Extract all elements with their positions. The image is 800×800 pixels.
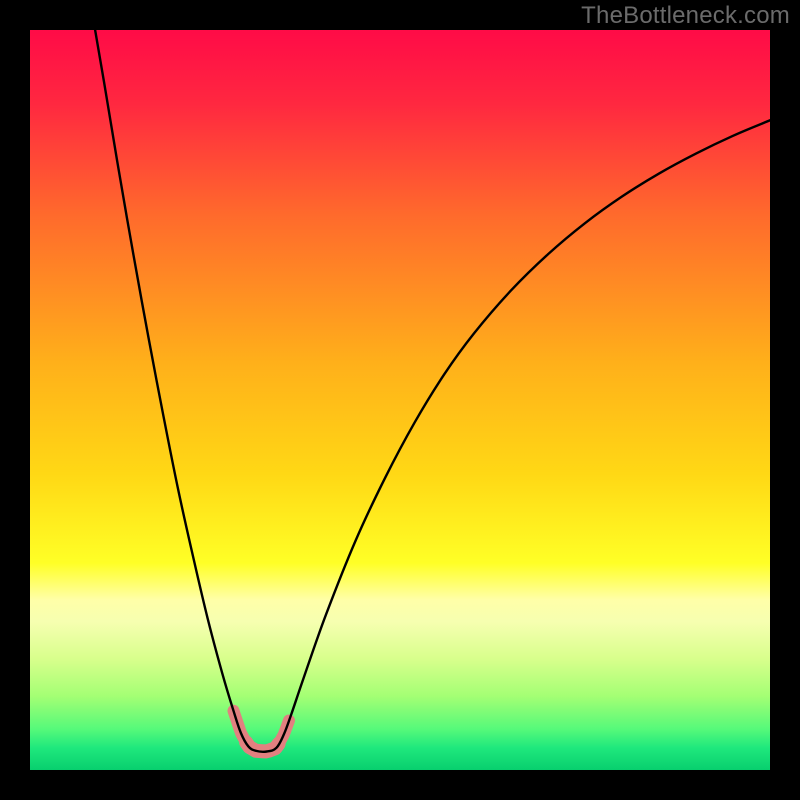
plot-area [30, 30, 770, 770]
highlight-markers [234, 711, 290, 752]
app-frame: TheBottleneck.com [0, 0, 800, 800]
curve-layer [30, 30, 770, 770]
watermark-text: TheBottleneck.com [581, 2, 790, 30]
bottleneck-curve [95, 30, 770, 752]
